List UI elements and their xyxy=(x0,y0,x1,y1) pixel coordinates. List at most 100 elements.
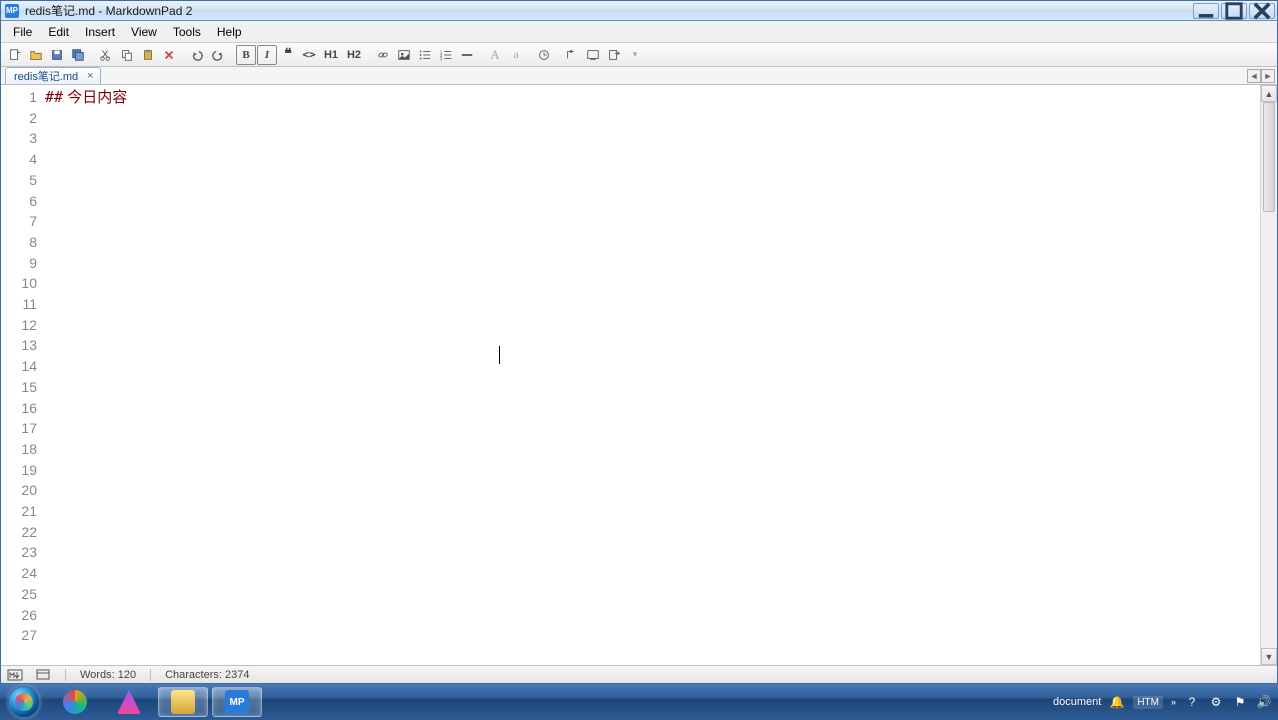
tab-next-button[interactable]: ► xyxy=(1261,69,1275,83)
scroll-up-button[interactable]: ▲ xyxy=(1261,85,1277,102)
line-number: 22 xyxy=(1,522,37,543)
line-number: 11 xyxy=(1,294,37,315)
system-tray: document 🔔 HTM » ? ⚙ ⚑ 🔊 xyxy=(1053,694,1278,710)
redo-button[interactable] xyxy=(208,45,228,65)
tray-help-icon[interactable]: ? xyxy=(1184,694,1200,710)
undo-button[interactable] xyxy=(187,45,207,65)
more-button[interactable]: ▾ xyxy=(625,45,645,65)
tray-document-label: document xyxy=(1053,696,1101,708)
tray-action-center-icon[interactable]: ⚑ xyxy=(1232,694,1248,710)
quote-button[interactable]: ❝ xyxy=(278,45,298,65)
line-number: 24 xyxy=(1,563,37,584)
windows-orb-icon xyxy=(8,686,40,718)
line-number-gutter: 1 2 3 4 5 6 7 8 9 10 11 12 13 14 15 16 1… xyxy=(1,85,41,665)
line-number: 20 xyxy=(1,480,37,501)
svg-text:3: 3 xyxy=(440,56,443,61)
menu-insert[interactable]: Insert xyxy=(77,23,123,41)
line-number: 4 xyxy=(1,149,37,170)
hr-button[interactable] xyxy=(457,45,477,65)
live-preview-button[interactable] xyxy=(583,45,603,65)
maximize-button[interactable] xyxy=(1221,3,1247,19)
titlebar: MP redis笔记.md - MarkdownPad 2 xyxy=(1,1,1277,21)
line-number: 9 xyxy=(1,253,37,274)
window-title: redis笔记.md - MarkdownPad 2 xyxy=(25,2,1193,19)
menu-tools[interactable]: Tools xyxy=(165,23,209,41)
text-cursor xyxy=(499,346,500,364)
scroll-thumb[interactable] xyxy=(1263,102,1275,212)
new-file-button[interactable] xyxy=(5,45,25,65)
window-controls xyxy=(1193,3,1275,19)
close-button[interactable] xyxy=(1249,3,1275,19)
editor-area: 1 2 3 4 5 6 7 8 9 10 11 12 13 14 15 16 1… xyxy=(1,85,1277,665)
bold-button[interactable]: B xyxy=(236,45,256,65)
menu-help[interactable]: Help xyxy=(209,23,250,41)
line-number: 1 xyxy=(1,87,37,108)
minimize-button[interactable] xyxy=(1193,3,1219,19)
document-tab[interactable]: redis笔记.md × xyxy=(5,67,101,84)
copy-button[interactable] xyxy=(117,45,137,65)
line-number: 3 xyxy=(1,128,37,149)
tray-expand-icon[interactable]: » xyxy=(1171,697,1176,707)
h1-button[interactable]: H1 xyxy=(320,45,342,65)
line-number: 16 xyxy=(1,398,37,419)
italic-button[interactable]: I xyxy=(257,45,277,65)
app-window: MP redis笔记.md - MarkdownPad 2 File Edit … xyxy=(0,0,1278,684)
uppercase-button[interactable]: A xyxy=(485,45,505,65)
tabstrip: redis笔记.md × ◄ ► xyxy=(1,67,1277,85)
toolbar: B I ❝ <> H1 H2 123 A a ▾ xyxy=(1,43,1277,67)
image-button[interactable] xyxy=(394,45,414,65)
line-number: 21 xyxy=(1,501,37,522)
language-indicator[interactable]: HTM xyxy=(1133,696,1163,709)
save-all-button[interactable] xyxy=(68,45,88,65)
taskbar-markdownpad[interactable]: MP xyxy=(212,687,262,717)
tray-notification-icon[interactable]: 🔔 xyxy=(1109,694,1125,710)
vertical-scrollbar[interactable]: ▲ ▼ xyxy=(1260,85,1277,665)
markdown-mode-icon[interactable] xyxy=(7,668,23,682)
tab-close-button[interactable]: × xyxy=(84,70,96,82)
line-number: 7 xyxy=(1,211,37,232)
save-button[interactable] xyxy=(47,45,67,65)
preview-mode-icon[interactable] xyxy=(35,668,51,682)
menubar: File Edit Insert View Tools Help xyxy=(1,21,1277,43)
line-number: 5 xyxy=(1,170,37,191)
start-button[interactable] xyxy=(0,684,48,720)
line-number: 17 xyxy=(1,418,37,439)
taskbar-app-2[interactable] xyxy=(104,687,154,717)
tab-label: redis笔记.md xyxy=(14,68,78,84)
line-number: 26 xyxy=(1,605,37,626)
menu-view[interactable]: View xyxy=(123,23,165,41)
open-file-button[interactable] xyxy=(26,45,46,65)
paste-button[interactable] xyxy=(138,45,158,65)
line-number: 12 xyxy=(1,315,37,336)
h2-button[interactable]: H2 xyxy=(343,45,365,65)
link-button[interactable] xyxy=(373,45,393,65)
line-number: 13 xyxy=(1,335,37,356)
taskbar: MP document 🔔 HTM » ? ⚙ ⚑ 🔊 xyxy=(0,684,1278,720)
taskbar-app-1[interactable] xyxy=(50,687,100,717)
scroll-track[interactable] xyxy=(1261,102,1277,648)
line-number: 27 xyxy=(1,625,37,646)
tray-volume-icon[interactable]: 🔊 xyxy=(1256,694,1272,710)
markdown-heading-marker: ## xyxy=(45,88,63,106)
ordered-list-button[interactable]: 123 xyxy=(436,45,456,65)
scroll-down-button[interactable]: ▼ xyxy=(1261,648,1277,665)
cut-button[interactable] xyxy=(96,45,116,65)
lowercase-button[interactable]: a xyxy=(506,45,526,65)
tab-nav: ◄ ► xyxy=(1247,69,1275,83)
line-number: 18 xyxy=(1,439,37,460)
line-number: 6 xyxy=(1,191,37,212)
preview-toggle-button[interactable] xyxy=(562,45,582,65)
delete-button[interactable] xyxy=(159,45,179,65)
app-icon: MP xyxy=(5,4,19,18)
text-editor[interactable]: ## 今日内容 xyxy=(41,85,1260,665)
export-button[interactable] xyxy=(604,45,624,65)
tray-settings-icon[interactable]: ⚙ xyxy=(1208,694,1224,710)
timestamp-button[interactable] xyxy=(534,45,554,65)
editor-text: 今日内容 xyxy=(63,89,127,106)
taskbar-explorer[interactable] xyxy=(158,687,208,717)
menu-file[interactable]: File xyxy=(5,23,40,41)
code-button[interactable]: <> xyxy=(299,45,319,65)
unordered-list-button[interactable] xyxy=(415,45,435,65)
tab-prev-button[interactable]: ◄ xyxy=(1247,69,1261,83)
menu-edit[interactable]: Edit xyxy=(40,23,77,41)
